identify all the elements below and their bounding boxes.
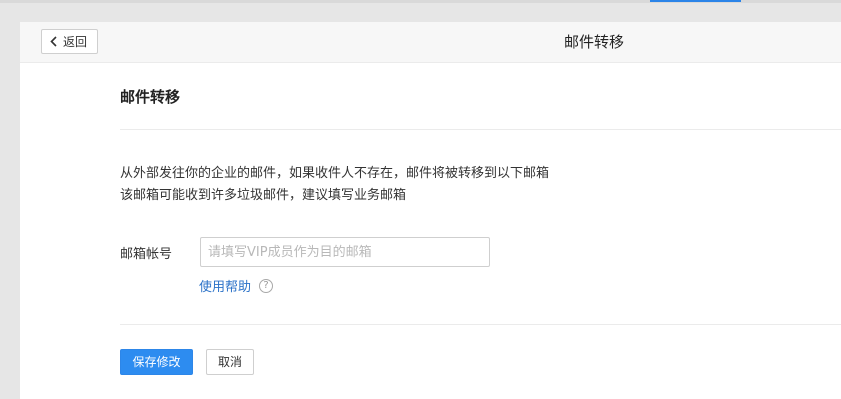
panel-header: 返回 邮件转移	[20, 22, 841, 63]
active-tab-indicator	[650, 0, 741, 2]
help-row: 使用帮助 ?	[199, 276, 274, 295]
description-line-2: 该邮箱可能收到许多垃圾邮件，建议填写业务邮箱	[120, 188, 407, 203]
question-circle-icon[interactable]: ?	[259, 278, 274, 293]
section-title: 邮件转移	[120, 88, 181, 106]
page-title: 邮件转移	[563, 33, 624, 51]
email-account-label: 邮箱帐号	[120, 247, 173, 262]
description-line-1: 从外部发往你的企业的邮件，如果收件人不存在，邮件将被转移到以下邮箱	[120, 166, 550, 181]
save-button[interactable]: 保存修改	[120, 349, 193, 375]
cancel-button[interactable]: 取消	[206, 349, 254, 375]
help-link[interactable]: 使用帮助	[199, 276, 251, 295]
main-panel: 返回 邮件转移 邮件转移 从外部发往你的企业的邮件，如果收件人不存在，邮件将被转…	[20, 22, 841, 399]
divider	[120, 129, 841, 130]
email-account-input[interactable]	[200, 237, 490, 267]
description: 从外部发往你的企业的邮件，如果收件人不存在，邮件将被转移到以下邮箱 该邮箱可能收…	[120, 163, 549, 207]
divider	[120, 324, 841, 325]
